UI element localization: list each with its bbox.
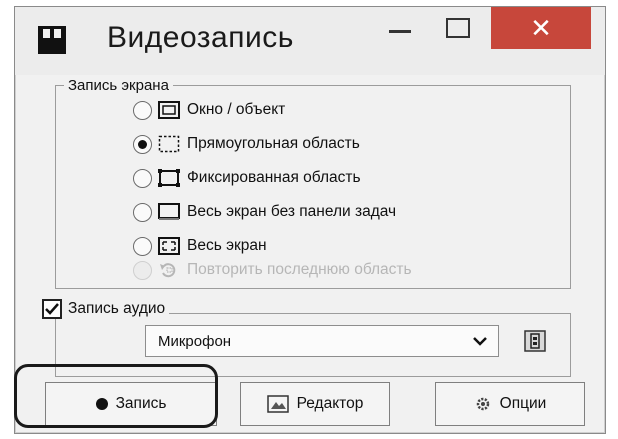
minimize-button[interactable] [371, 7, 429, 49]
option-label: Весь экран [187, 237, 267, 254]
fullscreen-icon [158, 237, 180, 255]
app-icon [38, 26, 66, 54]
record-audio-label: Запись аудио [68, 300, 166, 317]
record-dot-icon [95, 398, 108, 410]
gear-icon [476, 397, 489, 411]
options-button[interactable]: Опции [435, 382, 585, 426]
radio-button-selected[interactable] [133, 134, 152, 154]
screen-no-taskbar-icon [158, 203, 180, 220]
repeat-area-icon [160, 263, 176, 278]
option-label: Весь экран без панели задач [187, 203, 397, 220]
minimize-icon [389, 29, 411, 33]
close-icon: ✕ [530, 12, 552, 43]
option-fixed-area[interactable]: Фиксированная область [133, 165, 361, 191]
radio-button[interactable] [133, 100, 152, 120]
checkmark-icon [45, 303, 59, 315]
radio-button[interactable] [133, 202, 152, 222]
editor-icon [266, 395, 289, 413]
option-window-object[interactable]: Окно / объект [133, 97, 285, 123]
radio-button[interactable] [133, 236, 152, 256]
option-fullscreen[interactable]: Весь экран [133, 233, 267, 259]
record-audio-checkbox[interactable] [42, 299, 62, 319]
option-label: Повторить последнюю область [187, 261, 412, 278]
options-button-label: Опции [499, 395, 547, 412]
option-label: Фиксированная область [187, 169, 361, 186]
window-title: Видеозапись [107, 21, 294, 54]
option-label: Прямоугольная область [187, 135, 360, 152]
title-bar[interactable]: Видеозапись ✕ [15, 7, 605, 75]
maximize-icon [446, 18, 470, 38]
option-rectangular-area[interactable]: Прямоугольная область [133, 131, 360, 157]
audio-device-settings-icon [524, 330, 546, 352]
record-audio-checkbox-row[interactable]: Запись аудио [42, 299, 170, 319]
audio-device-select[interactable]: Микрофон [145, 325, 499, 357]
fixed-area-icon [158, 169, 180, 187]
chevron-down-icon [473, 337, 487, 346]
audio-device-settings-button[interactable] [521, 327, 549, 355]
audio-device-value: Микрофон [158, 332, 232, 350]
option-fullscreen-no-taskbar[interactable]: Весь экран без панели задач [133, 199, 396, 225]
radio-button[interactable] [133, 168, 152, 188]
dashed-rectangle-icon [158, 135, 180, 153]
record-button-label: Запись [115, 395, 167, 412]
video-recording-dialog: Видеозапись ✕ Запись экрана Окно / объек… [14, 6, 606, 434]
maximize-button[interactable] [429, 7, 487, 49]
screen-capture-legend: Запись экрана [68, 77, 169, 94]
option-label: Окно / объект [187, 101, 286, 118]
editor-button[interactable]: Редактор [240, 382, 390, 426]
window-object-icon [158, 101, 180, 119]
option-repeat-last-area: Повторить последнюю область [133, 257, 412, 283]
radio-button-disabled [133, 260, 152, 280]
record-button[interactable]: Запись [45, 382, 217, 426]
editor-button-label: Редактор [296, 395, 364, 412]
close-button[interactable]: ✕ [491, 7, 591, 49]
